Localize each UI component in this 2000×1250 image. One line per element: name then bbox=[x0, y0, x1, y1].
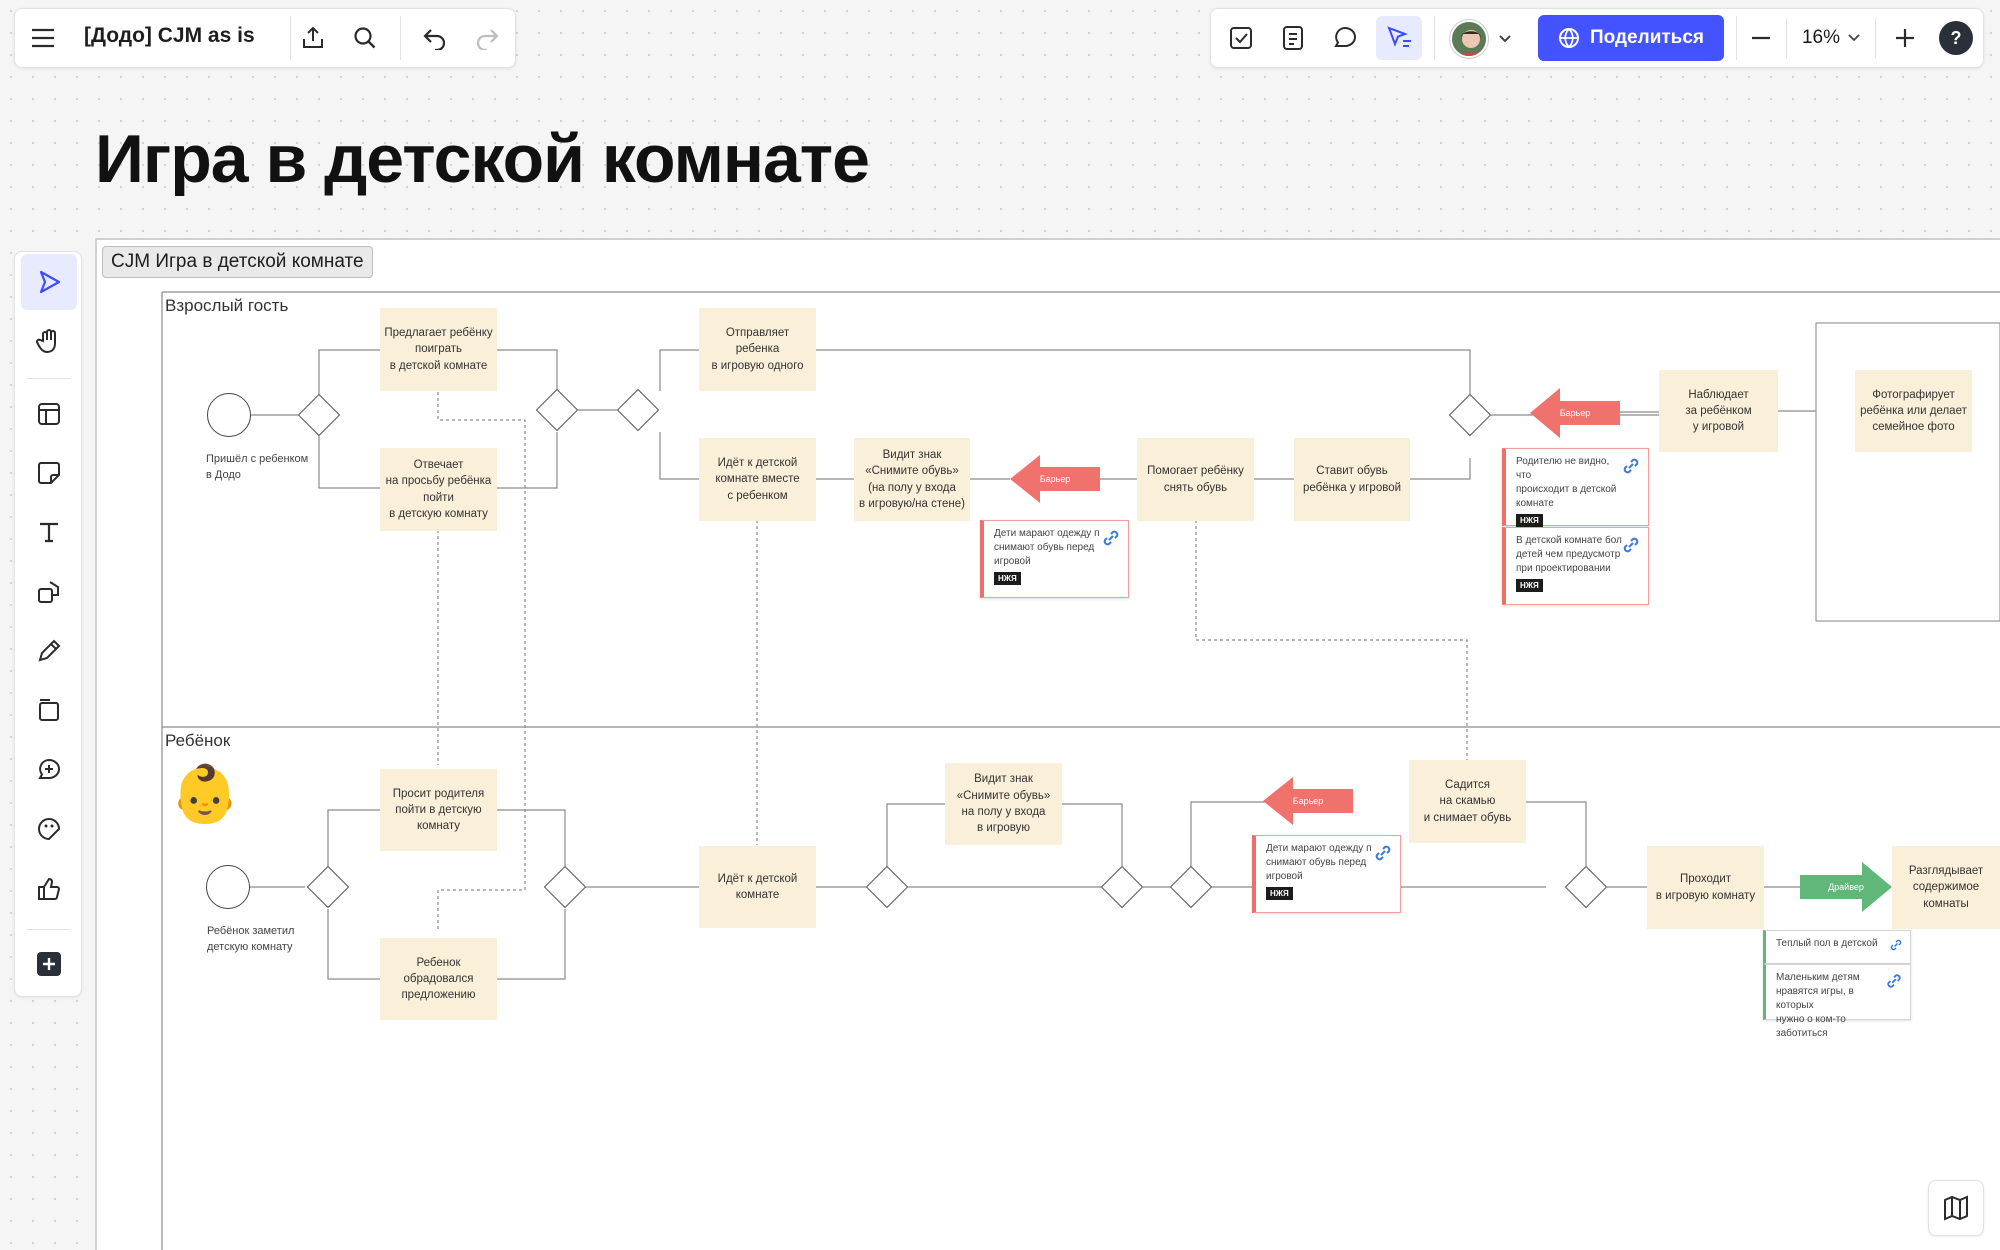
barrier-label: Барьер bbox=[1292, 796, 1324, 806]
link-icon[interactable] bbox=[1884, 971, 1904, 991]
step-child-sees-sign[interactable]: Видит знак «Снимите обувь» на полу у вхо… bbox=[945, 763, 1062, 845]
templates-tool-icon[interactable] bbox=[21, 386, 77, 442]
note-tag: НЖЯ bbox=[1266, 887, 1293, 901]
select-tool-icon[interactable] bbox=[21, 254, 77, 310]
frame-tool-icon[interactable] bbox=[21, 682, 77, 738]
tools-sidebar bbox=[14, 251, 82, 997]
adult-start-event[interactable] bbox=[207, 393, 251, 437]
note-not-visible[interactable]: Родителю не видно, что происходит в детс… bbox=[1502, 448, 1649, 528]
note-text: Маленьким детям нравятся игры, в которых… bbox=[1776, 972, 1860, 1039]
child-start-event[interactable] bbox=[206, 865, 250, 909]
step-sends-alone[interactable]: Отправляет ребенка в игровую одного bbox=[699, 308, 816, 391]
baby-emoji-icon: 👶 bbox=[170, 762, 240, 825]
barrier-label: Барьер bbox=[1559, 408, 1591, 418]
step-child-glad[interactable]: Ребенок обрадовался предложению bbox=[380, 938, 497, 1020]
sticky-note-tool-icon[interactable] bbox=[21, 445, 77, 501]
link-icon[interactable] bbox=[1620, 534, 1642, 556]
note-text: Родителю не видно, что происходит в детс… bbox=[1516, 456, 1617, 509]
note-dirty-clothes[interactable]: Дети марают одежду п снимают обувь перед… bbox=[980, 520, 1129, 598]
note-tag: НЖЯ bbox=[994, 572, 1021, 586]
flow-connectors bbox=[161, 291, 2000, 1250]
note-kids-like-care[interactable]: Маленьким детям нравятся игры, в которых… bbox=[1763, 964, 1911, 1039]
note-tag: НЖЯ bbox=[1516, 514, 1543, 528]
adult-start-caption: Пришёл с ребенком в Додо bbox=[206, 453, 309, 481]
more-tools-button[interactable] bbox=[21, 936, 77, 992]
driver-label: Драйвер bbox=[1828, 882, 1864, 892]
note-more-kids[interactable]: В детской комнате бол детей чем предусмо… bbox=[1502, 527, 1649, 605]
step-helps-remove-shoes[interactable]: Помогает ребёнку снять обувь bbox=[1137, 438, 1254, 521]
barrier-arrow-1: Барьер bbox=[1010, 455, 1100, 503]
step-child-goes[interactable]: Идёт к детской комнате bbox=[699, 846, 816, 928]
shapes-tool-icon[interactable] bbox=[21, 564, 77, 620]
step-puts-shoes[interactable]: Ставит обувь ребёнка у игровой bbox=[1294, 438, 1410, 521]
step-takes-photo[interactable]: Фотографирует ребёнка или делает семейно… bbox=[1855, 370, 1972, 452]
link-icon[interactable] bbox=[1620, 455, 1642, 477]
link-icon[interactable] bbox=[1372, 842, 1394, 864]
note-text: Теплый пол в детской bbox=[1776, 938, 1878, 949]
note-tag: НЖЯ bbox=[1516, 579, 1543, 593]
barrier-label: Барьер bbox=[1039, 474, 1071, 484]
stickers-tool-icon[interactable] bbox=[21, 801, 77, 857]
link-icon[interactable] bbox=[1888, 937, 1904, 953]
driver-arrow: Драйвер bbox=[1800, 862, 1892, 912]
pen-tool-icon[interactable] bbox=[21, 623, 77, 679]
note-text: Дети марают одежду п снимают обувь перед… bbox=[1266, 843, 1372, 882]
hand-tool-icon[interactable] bbox=[21, 313, 77, 369]
note-dirty-clothes-child[interactable]: Дети марают одежду п снимают обувь перед… bbox=[1252, 835, 1401, 913]
lane-child-label: Ребёнок bbox=[165, 731, 231, 750]
barrier-arrow-2: Барьер bbox=[1530, 388, 1620, 438]
step-child-enters[interactable]: Проходит в игровую комнату bbox=[1647, 846, 1764, 929]
child-start-caption: Ребёнок заметил детскую комнату bbox=[207, 925, 295, 953]
step-asks-parent[interactable]: Просит родителя пойти в детскую комнату bbox=[380, 769, 497, 851]
step-child-looks[interactable]: Разглядывает содержимое комнаты bbox=[1892, 846, 2000, 929]
map-icon bbox=[1944, 1195, 1968, 1221]
step-goes-with-child[interactable]: Идёт к детской комнате вместе с ребенком bbox=[699, 438, 816, 521]
minimap-button[interactable] bbox=[1928, 1180, 1984, 1236]
barrier-arrow-3: Барьер bbox=[1263, 777, 1353, 825]
step-answers[interactable]: Отвечает на просьбу ребёнка пойти в детс… bbox=[380, 448, 497, 531]
lane-adult-label: Взрослый гость bbox=[165, 296, 289, 315]
text-tool-icon[interactable] bbox=[21, 504, 77, 560]
step-adult-sees-sign[interactable]: Видит знак «Снимите обувь» (на полу у вх… bbox=[854, 438, 970, 521]
add-comment-tool-icon[interactable] bbox=[21, 742, 77, 798]
note-warm-floor[interactable]: Теплый пол в детской bbox=[1763, 930, 1911, 964]
note-text: В детской комнате бол детей чем предусмо… bbox=[1516, 535, 1622, 574]
step-offers[interactable]: Предлагает ребёнку поиграть в детской ко… bbox=[380, 308, 497, 391]
reactions-tool-icon[interactable] bbox=[21, 861, 77, 917]
link-icon[interactable] bbox=[1100, 527, 1122, 549]
step-child-sits[interactable]: Садится на скамью и снимает обувь bbox=[1409, 760, 1526, 843]
note-text: Дети марают одежду п снимают обувь перед… bbox=[994, 528, 1100, 567]
step-watches[interactable]: Наблюдает за ребёнком у игровой bbox=[1659, 370, 1778, 452]
